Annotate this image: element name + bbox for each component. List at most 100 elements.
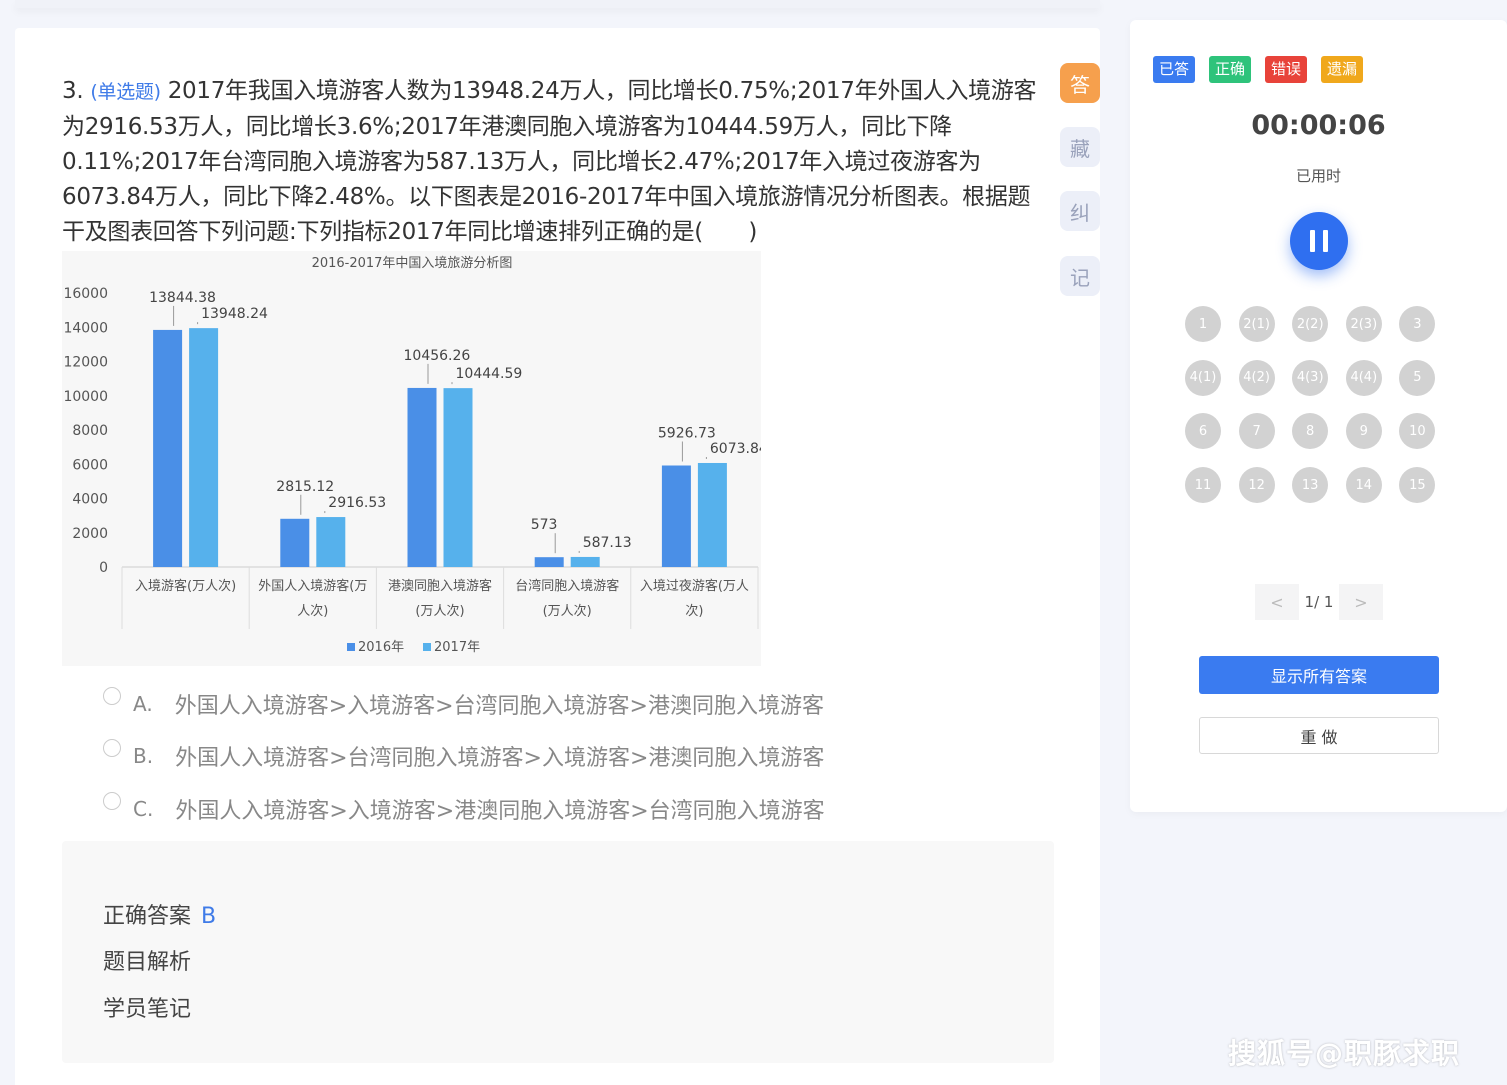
legend-swatch: [347, 643, 355, 651]
category-label: 外国人入境游客(万: [258, 578, 367, 594]
question-number-button[interactable]: 14: [1345, 467, 1382, 504]
legend-wrong: 错误: [1265, 56, 1308, 83]
y-tick-label: 14000: [63, 320, 108, 336]
question-number-button[interactable]: 12: [1238, 467, 1275, 504]
answer-tag-button[interactable]: 答: [1060, 63, 1100, 103]
chart-title: 2016-2017年中国入境旅游分析图: [312, 256, 513, 271]
question-number-button[interactable]: 13: [1292, 467, 1329, 504]
y-tick-label: 2000: [72, 526, 108, 542]
question-body: 2017年我国入境游客人数为13948.24万人，同比增长0.75%;2017年…: [62, 78, 1037, 245]
category-label: 台湾同胞入境游客: [515, 578, 619, 594]
notes-label: 学员笔记: [103, 997, 192, 1022]
pause-button[interactable]: [1290, 212, 1348, 270]
question-card: 3. (单选题) 2017年我国入境游客人数为13948.24万人，同比增长0.…: [15, 28, 1100, 1085]
bar-2016年: [407, 387, 437, 567]
legend-missed: 遗漏: [1321, 56, 1364, 83]
option-a-text: 外国人入境游客>入境游客>台湾同胞入境游客>港澳同胞入境游客: [174, 694, 824, 719]
data-label: 13948.24: [201, 306, 268, 322]
question-number-button[interactable]: 4(2): [1238, 359, 1275, 396]
category-label: (万人次): [543, 603, 592, 619]
pager: < 1/ 1 >: [1255, 584, 1383, 620]
y-tick-label: 6000: [72, 457, 108, 473]
question-number-button[interactable]: 2(3): [1345, 306, 1382, 342]
option-c-text: 外国人入境游客>入境游客>港澳同胞入境游客>台湾同胞入境游客: [175, 799, 825, 824]
question-number-button[interactable]: 3: [1399, 306, 1436, 342]
bar-2016年: [534, 557, 564, 567]
question-number-button[interactable]: 6: [1185, 413, 1221, 450]
option-a-radio[interactable]: [103, 687, 121, 705]
question-number-button[interactable]: 4(3): [1292, 359, 1329, 396]
top-strip: [15, 0, 1100, 8]
question-number-button[interactable]: 4(1): [1185, 359, 1221, 396]
legend-label: 2017年: [434, 640, 480, 655]
bar-2017年: [570, 556, 600, 567]
question-number-button[interactable]: 7: [1238, 413, 1275, 450]
correct-answer-value: B: [201, 904, 217, 929]
y-tick-label: 0: [99, 560, 108, 576]
option-b[interactable]: B. 外国人入境游客>台湾同胞入境游客>入境游客>港澳同胞入境游客: [103, 739, 825, 772]
category-label: 入境过夜游客(万人: [640, 578, 749, 594]
data-label: 6073.84: [710, 441, 761, 457]
redo-button[interactable]: 重 做: [1199, 717, 1439, 754]
question-number-button[interactable]: 4(4): [1345, 359, 1382, 396]
option-c[interactable]: C. 外国人入境游客>入境游客>港澳同胞入境游客>台湾同胞入境游客: [103, 792, 825, 825]
data-label: 587.13: [583, 535, 632, 551]
bar-chart: 2016-2017年中国入境旅游分析图 0 2000 4000 6000 8000 1000…: [63, 256, 761, 655]
pause-icon-bar: [1310, 230, 1315, 252]
question-number-button[interactable]: 2(2): [1292, 306, 1329, 342]
data-label: 10456.26: [404, 348, 471, 364]
legend-answered: 已答: [1153, 56, 1196, 83]
favorite-tag-button[interactable]: 藏: [1060, 127, 1100, 167]
option-b-text: 外国人入境游客>台湾同胞入境游客>入境游客>港澳同胞入境游客: [175, 746, 825, 771]
data-label: 2916.53: [328, 495, 386, 511]
correct-answer-row: 正确答案 B: [103, 898, 216, 930]
bar-2017年: [697, 462, 727, 567]
bar-2017年: [443, 388, 473, 567]
question-stem: 3. (单选题) 2017年我国入境游客人数为13948.24万人，同比增长0.…: [62, 74, 1052, 250]
question-number-button[interactable]: 15: [1399, 467, 1436, 504]
show-all-answers-button[interactable]: 显示所有答案: [1199, 656, 1439, 694]
question-number-button[interactable]: 8: [1292, 413, 1329, 450]
question-number-button[interactable]: 11: [1185, 467, 1221, 504]
y-tick-label: 16000: [63, 286, 108, 302]
bar-2016年: [153, 329, 183, 567]
timer-display: 00:00:06: [1251, 110, 1386, 141]
data-label: 13844.38: [149, 290, 216, 306]
question-number-button[interactable]: 1: [1185, 306, 1221, 342]
legend-label: 2016年: [358, 640, 404, 655]
bar-2017年: [189, 328, 219, 567]
data-label: 5926.73: [658, 426, 716, 442]
category-label: 人次): [297, 603, 328, 619]
note-tag-button[interactable]: 记: [1060, 256, 1100, 296]
question-number: 3.: [62, 78, 84, 104]
data-label: 10444.59: [456, 366, 523, 382]
correct-answer-label: 正确答案: [103, 904, 192, 929]
question-number-button[interactable]: 10: [1399, 413, 1436, 450]
next-page-button[interactable]: >: [1339, 584, 1383, 620]
answer-panel: 正确答案 B 题目解析 学员笔记: [62, 841, 1054, 1063]
y-tick-label: 4000: [72, 492, 108, 508]
option-c-radio[interactable]: [103, 792, 121, 810]
question-number-button[interactable]: 2(1): [1238, 306, 1275, 342]
timer-label: 已用时: [1295, 167, 1341, 185]
category-label: 次): [685, 603, 703, 619]
y-tick-label: 10000: [63, 389, 108, 405]
option-a[interactable]: A. 外国人入境游客>入境游客>台湾同胞入境游客>港澳同胞入境游客: [103, 687, 824, 720]
bar-2016年: [280, 518, 310, 567]
question-number-button[interactable]: 5: [1399, 359, 1436, 396]
category-label: 入境游客(万人次): [135, 578, 236, 594]
option-c-letter: C.: [133, 797, 154, 821]
prev-page-button[interactable]: <: [1255, 584, 1299, 620]
analysis-label: 题目解析: [103, 950, 192, 975]
y-tick-label: 12000: [63, 355, 108, 371]
page-indicator: 1/ 1: [1304, 593, 1334, 611]
watermark: 搜狐号@职豚求职: [1228, 1037, 1461, 1070]
chart-image: 2016-2017年中国入境旅游分析图 0 2000 4000 6000 8000 1000…: [62, 251, 761, 666]
option-b-radio[interactable]: [103, 739, 121, 757]
pause-icon-bar: [1323, 230, 1328, 252]
question-number-button[interactable]: 9: [1345, 413, 1382, 450]
legend-swatch: [423, 643, 431, 651]
correction-tag-button[interactable]: 纠: [1060, 191, 1100, 231]
bar-2017年: [316, 517, 346, 567]
answer-sheet-panel: 已答 正确 错误 遗漏 00:00:06 已用时 1 2(1) 2(2) 2(3) 3 4…: [1130, 20, 1507, 812]
